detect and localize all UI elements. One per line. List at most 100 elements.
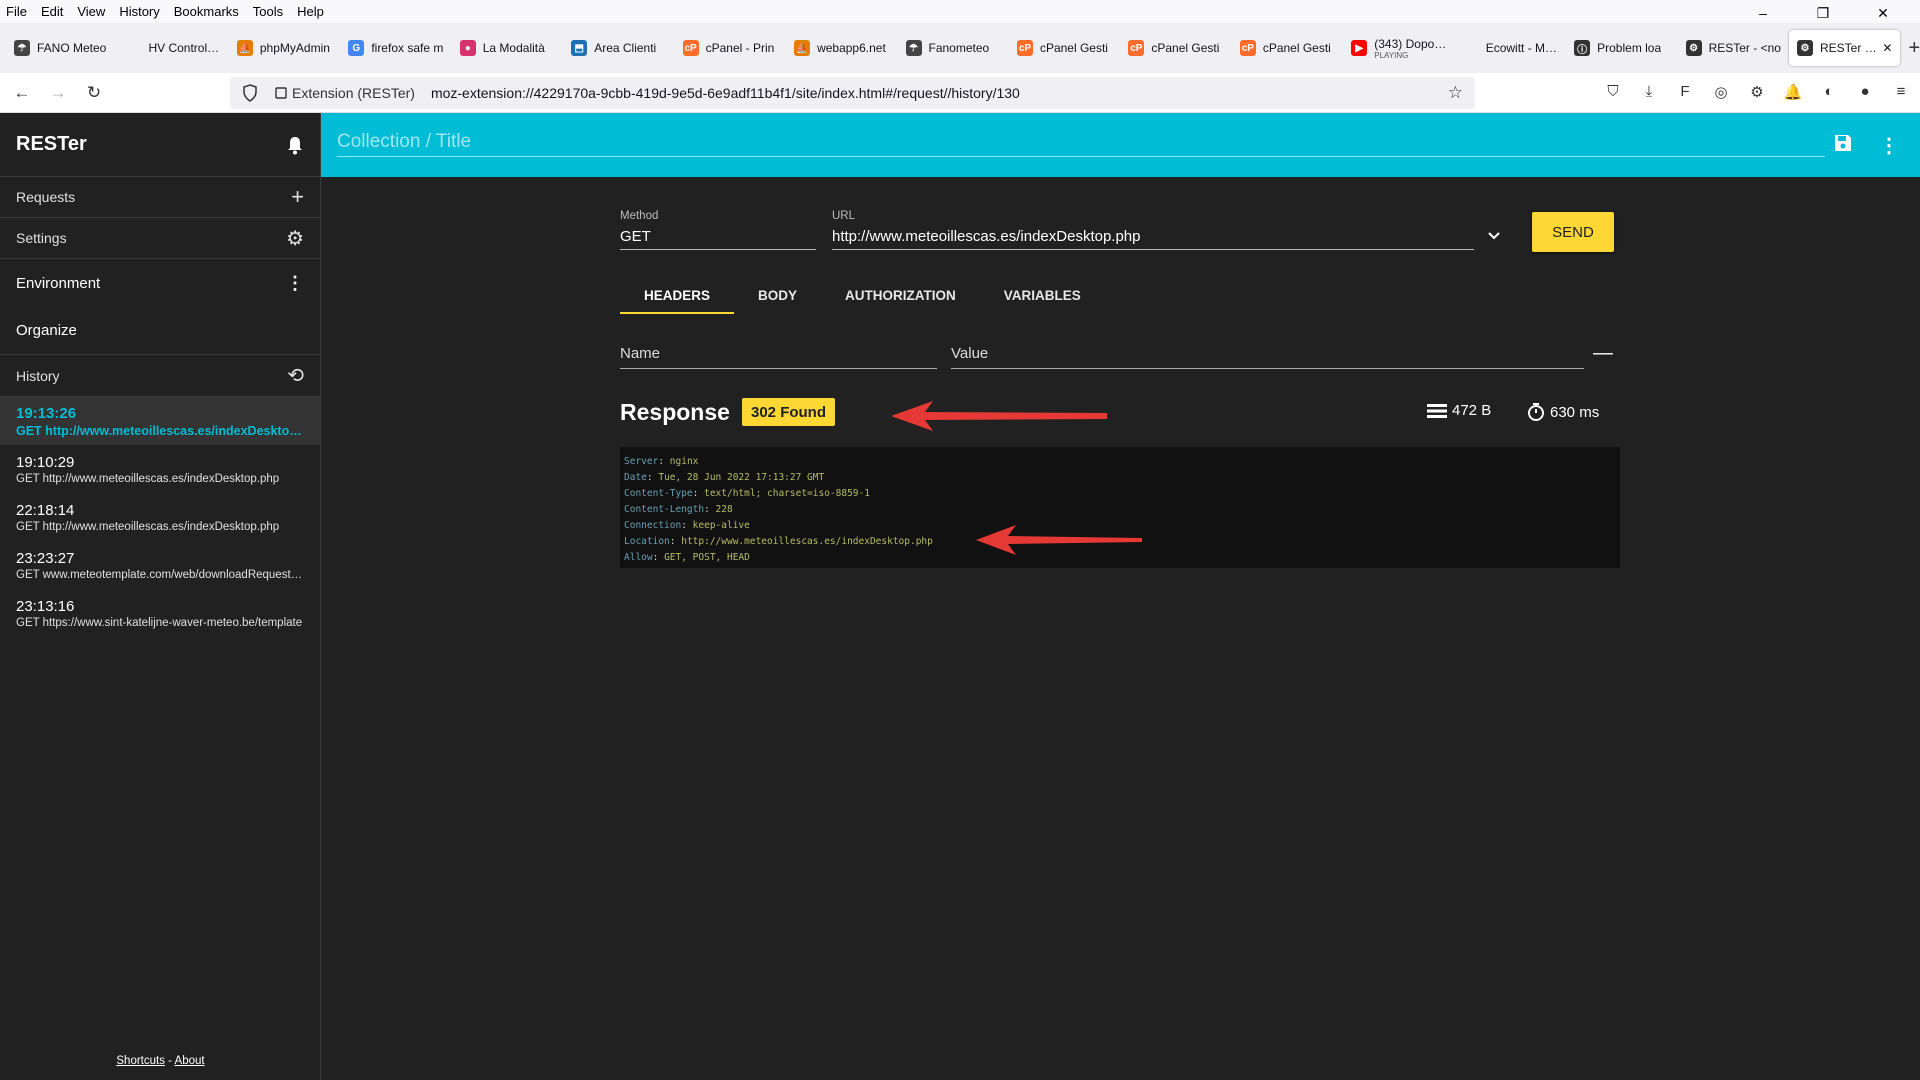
annotation-arrow-icon bbox=[976, 525, 1142, 555]
header-separator: : bbox=[704, 504, 716, 515]
browser-tab[interactable]: cP cPanel Gesti bbox=[1009, 30, 1120, 66]
history-request: GET http://www.meteoillescas.es/indexDes… bbox=[16, 520, 280, 533]
browser-tab[interactable]: ▶ (343) Dopo G PLAYING bbox=[1343, 30, 1454, 66]
sidebar-item-organize[interactable]: Organize bbox=[0, 307, 320, 355]
tab-title-wrap: FANO Meteo bbox=[37, 41, 106, 55]
send-button[interactable]: SEND bbox=[1532, 212, 1614, 252]
tab-body[interactable]: BODY bbox=[734, 278, 821, 314]
tab-title-wrap: cPanel Gesti bbox=[1151, 41, 1219, 55]
save-icon[interactable] bbox=[1833, 133, 1853, 159]
plus-icon[interactable]: + bbox=[291, 184, 304, 210]
bell-icon[interactable] bbox=[286, 135, 304, 155]
sidebar-item-history[interactable]: History ⟲ bbox=[0, 355, 320, 397]
history-item[interactable]: 19:10:29 GET http://www.meteoillescas.es/… bbox=[0, 445, 320, 493]
browser-tab[interactable]: Ecowitt - Meteo bbox=[1455, 30, 1566, 66]
browser-tab[interactable]: ⓘ Problem loa bbox=[1566, 30, 1677, 66]
extension-identity[interactable]: Extension (RESTer) bbox=[274, 85, 415, 101]
remove-header-icon[interactable]: — bbox=[1593, 342, 1613, 365]
shield-icon[interactable] bbox=[242, 84, 258, 102]
method-field[interactable]: GET bbox=[620, 228, 816, 250]
sidebar-item-environment[interactable]: Environment ⋮ bbox=[0, 259, 320, 307]
extension-gear-icon[interactable]: ⚙ bbox=[1739, 83, 1775, 101]
history-time: 23:23:27 bbox=[16, 549, 75, 567]
about-link[interactable]: About bbox=[175, 1055, 205, 1067]
bookmark-star-icon[interactable]: ☆ bbox=[1448, 83, 1463, 103]
browser-tab[interactable]: cP cPanel Gesti bbox=[1120, 30, 1231, 66]
tab-title-wrap: cPanel - Prin bbox=[706, 41, 775, 55]
sidebar-item-settings[interactable]: Settings ⚙ bbox=[0, 218, 320, 259]
downloads-icon[interactable]: ⤓ bbox=[1631, 83, 1667, 101]
url-text[interactable]: moz-extension://4229170a-9cbb-419d-9e5d-… bbox=[431, 85, 1020, 101]
storage-icon bbox=[1427, 403, 1447, 418]
close-tab-icon[interactable]: ✕ bbox=[1882, 41, 1892, 55]
browser-tab[interactable]: cP cPanel Gesti bbox=[1232, 30, 1343, 66]
more-vert-icon[interactable]: ⋮ bbox=[1879, 133, 1899, 158]
profile-icon[interactable]: ● bbox=[1847, 83, 1883, 101]
extension-circle-icon[interactable]: ◎ bbox=[1703, 83, 1739, 101]
tab-title-wrap: cPanel Gesti bbox=[1040, 41, 1108, 55]
back-button[interactable]: ← bbox=[4, 83, 40, 103]
chevron-down-icon[interactable] bbox=[1487, 231, 1501, 241]
tab-favicon-icon: ⚙ bbox=[1685, 40, 1702, 56]
browser-tab[interactable]: ⛵ phpMyAdmin bbox=[229, 30, 340, 66]
menu-tools[interactable]: Tools bbox=[253, 4, 283, 19]
browser-tab[interactable]: ⛵ webapp6.net bbox=[786, 30, 897, 66]
sidebar-item-label: Organize bbox=[16, 322, 77, 339]
url-bar[interactable]: Extension (RESTer) moz-extension://42291… bbox=[230, 77, 1475, 109]
header-value-input[interactable]: Value bbox=[951, 345, 1584, 369]
history-item[interactable]: 19:13:26 GET http://www.meteoillescas.es/… bbox=[0, 397, 320, 445]
app-title: RESTer bbox=[16, 133, 87, 155]
menu-bookmarks[interactable]: Bookmarks bbox=[174, 4, 239, 19]
menu-file[interactable]: File bbox=[6, 4, 27, 19]
browser-tab[interactable]: HV ControlPanel bbox=[117, 30, 228, 66]
collection-title-input[interactable]: Collection / Title bbox=[337, 127, 1825, 157]
tab-title-wrap: RESTer - < bbox=[1820, 41, 1878, 55]
history-icon: ⟲ bbox=[287, 365, 304, 387]
menu-view[interactable]: View bbox=[77, 4, 105, 19]
url-field[interactable]: http://www.meteoillescas.es/indexDesktop… bbox=[832, 228, 1474, 250]
pocket-icon[interactable]: ⛉ bbox=[1595, 83, 1631, 101]
browser-tab[interactable]: ⚙ RESTer - <no bbox=[1678, 30, 1789, 66]
forward-button[interactable]: → bbox=[40, 83, 76, 103]
more-vert-icon[interactable]: ⋮ bbox=[286, 273, 304, 294]
tab-headers[interactable]: HEADERS bbox=[620, 278, 735, 314]
header-key: Date bbox=[624, 472, 647, 483]
menu-history[interactable]: History bbox=[119, 4, 159, 19]
header-separator: : bbox=[658, 456, 670, 467]
browser-tab[interactable]: cP cPanel - Prin bbox=[675, 30, 786, 66]
browser-tab[interactable]: ● La Modalità bbox=[452, 30, 563, 66]
header-value: text/html; charset=iso-8859-1 bbox=[704, 488, 870, 499]
sidebar-item-requests[interactable]: Requests + bbox=[0, 177, 320, 218]
app-menu-icon[interactable]: ≡ bbox=[1883, 83, 1919, 101]
menu-edit[interactable]: Edit bbox=[41, 4, 63, 19]
browser-tab[interactable]: ☂ Fanometeo bbox=[898, 30, 1009, 66]
browser-tab[interactable]: ⬒ Area Clienti bbox=[563, 30, 674, 66]
sidebar-item-label: Environment bbox=[16, 274, 101, 292]
response-header-line: Content-Length: 228 bbox=[624, 502, 1616, 518]
history-item[interactable]: 22:18:14 GET http://www.meteoillescas.es/… bbox=[0, 493, 320, 541]
tab-variables[interactable]: VARIABLES bbox=[980, 278, 1105, 314]
reload-button[interactable]: ↻ bbox=[76, 83, 112, 103]
header-separator: : bbox=[692, 488, 705, 499]
new-tab-button[interactable]: + bbox=[1908, 37, 1920, 60]
tab-title-wrap: La Modalità bbox=[483, 41, 545, 55]
response-header-line: Server: nginx bbox=[624, 454, 1616, 470]
header-value: http://www.meteoillescas.es/indexDesktop… bbox=[681, 536, 933, 547]
browser-tab[interactable]: ☂ FANO Meteo bbox=[6, 30, 117, 66]
tab-favicon-icon bbox=[1462, 40, 1479, 56]
tab-title-wrap: Fanometeo bbox=[929, 41, 990, 55]
browser-tab[interactable]: Gfirefox safe m bbox=[340, 30, 451, 66]
tab-title: HV ControlPanel bbox=[148, 41, 221, 55]
extension-f-icon[interactable]: F bbox=[1667, 83, 1703, 101]
tab-authorization[interactable]: AUTHORIZATION bbox=[821, 278, 980, 314]
browser-tab[interactable]: ⚙ RESTer - < ✕ bbox=[1789, 30, 1901, 66]
extension-bell-icon[interactable]: 🔔 bbox=[1775, 83, 1811, 101]
header-name-input[interactable]: Name bbox=[620, 345, 937, 369]
menu-help[interactable]: Help bbox=[297, 4, 324, 19]
history-item[interactable]: 23:13:16 GET https://www.sint-katelijne-w… bbox=[0, 589, 320, 637]
history-list: 19:13:26 GET http://www.meteoillescas.es/… bbox=[0, 397, 320, 637]
history-item[interactable]: 23:23:27 GET www.meteotemplate.com/web/do… bbox=[0, 541, 320, 589]
shortcuts-link[interactable]: Shortcuts bbox=[116, 1055, 165, 1067]
extension-half-icon[interactable]: ◐ bbox=[1811, 83, 1847, 101]
tab-title: FANO Meteo bbox=[37, 41, 107, 55]
